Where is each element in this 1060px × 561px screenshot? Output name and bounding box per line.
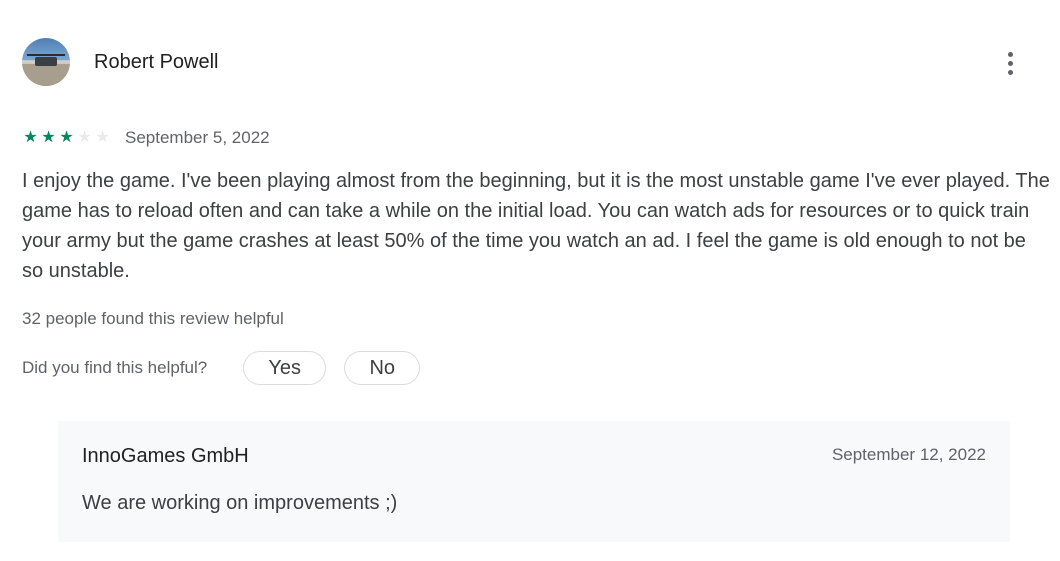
reply-text: We are working on improvements ;) (82, 492, 398, 514)
more-dot (1007, 51, 1013, 57)
review-card: Robert Powell ★ ★ ★ ★ ★ September 5, 2022 I … (0, 0, 1060, 561)
star-empty-icon: ★ (77, 129, 92, 146)
review-text: I enjoy the game. I've been playing almo… (22, 170, 1050, 282)
helpful-question: Did you find this helpful? (22, 358, 208, 377)
reviewer-name: Robert Powell (94, 51, 219, 73)
more-dot (1007, 69, 1013, 75)
yes-button[interactable]: Yes (243, 351, 327, 385)
star-rating: ★ ★ ★ ★ ★ (22, 130, 111, 146)
reply-date: September 12, 2022 (831, 445, 986, 464)
more-vert-icon[interactable] (998, 48, 1022, 78)
no-button[interactable]: No (344, 351, 421, 385)
avatar (22, 38, 70, 86)
star-filled-icon: ★ (59, 129, 74, 146)
star-filled-icon: ★ (41, 129, 56, 146)
star-filled-icon: ★ (23, 129, 38, 146)
avatar-ground (22, 64, 70, 86)
reply-author: InnoGames GmbH (82, 445, 249, 467)
review-date: September 5, 2022 (125, 128, 270, 147)
more-dot (1007, 60, 1013, 66)
helpful-feedback: Did you find this helpful? Yes No (22, 349, 421, 387)
helpful-count: 32 people found this review helpful (22, 309, 284, 328)
rating-row: ★ ★ ★ ★ ★ September 5, 2022 (22, 126, 270, 150)
star-empty-icon: ★ (95, 129, 110, 146)
developer-reply: InnoGames GmbH September 12, 2022 We are… (58, 421, 1010, 542)
avatar-vehicle (35, 57, 57, 66)
avatar-rotor (27, 54, 65, 56)
review-header: Robert Powell (22, 38, 1032, 86)
